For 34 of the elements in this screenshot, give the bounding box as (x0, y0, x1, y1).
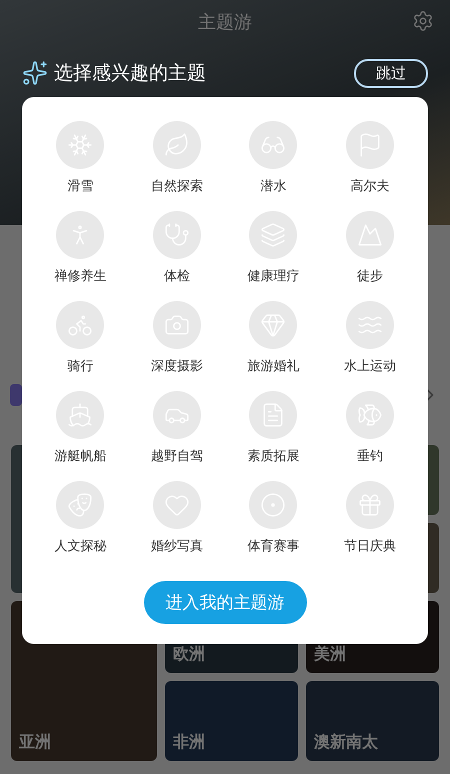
topic-label: 水上运动 (344, 358, 396, 375)
topic-label: 体育赛事 (247, 538, 300, 555)
region-label: 澳新南太 (314, 732, 378, 753)
page-title: 主题游 (198, 11, 252, 34)
topic-label: 深度摄影 (150, 358, 203, 375)
region-label: 美洲 (314, 644, 346, 665)
topic-label: 人文探秘 (54, 538, 106, 555)
region-label: 欧洲 (173, 644, 205, 665)
topic-label: 垂钓 (356, 448, 383, 465)
section-tag (10, 384, 22, 406)
topic-label: 徒步 (356, 268, 383, 285)
prompt-title: 选择感兴趣的主题 (54, 61, 206, 86)
topic-label: 婚纱写真 (150, 538, 203, 555)
region-tile[interactable]: 澳新南太 (306, 681, 439, 761)
settings-icon[interactable] (412, 10, 434, 32)
topic-label: 潜水 (260, 178, 286, 195)
sparkle-icon (22, 60, 48, 86)
topic-label: 高尔夫 (350, 178, 390, 195)
topic-label: 禅修养生 (54, 268, 106, 285)
topic-label: 健康理疗 (247, 268, 300, 285)
topic-label: 素质拓展 (247, 448, 300, 465)
region-tile[interactable]: 非洲 (165, 681, 298, 761)
region-label: 亚洲 (19, 732, 51, 753)
skip-button[interactable]: 跳过 (354, 58, 428, 88)
topic-label: 体检 (164, 268, 190, 285)
topic-label: 骑行 (67, 358, 94, 375)
enter-button[interactable]: 进入我的主题游 (144, 581, 306, 624)
topic-label: 游艇帆船 (54, 448, 106, 465)
topic-label: 旅游婚礼 (247, 358, 300, 375)
topic-label: 越野自驾 (150, 448, 203, 465)
topic-label: 自然探索 (150, 178, 203, 195)
topic-label: 节日庆典 (344, 538, 396, 555)
topic-label: 滑雪 (67, 178, 94, 195)
region-label: 非洲 (173, 732, 205, 753)
